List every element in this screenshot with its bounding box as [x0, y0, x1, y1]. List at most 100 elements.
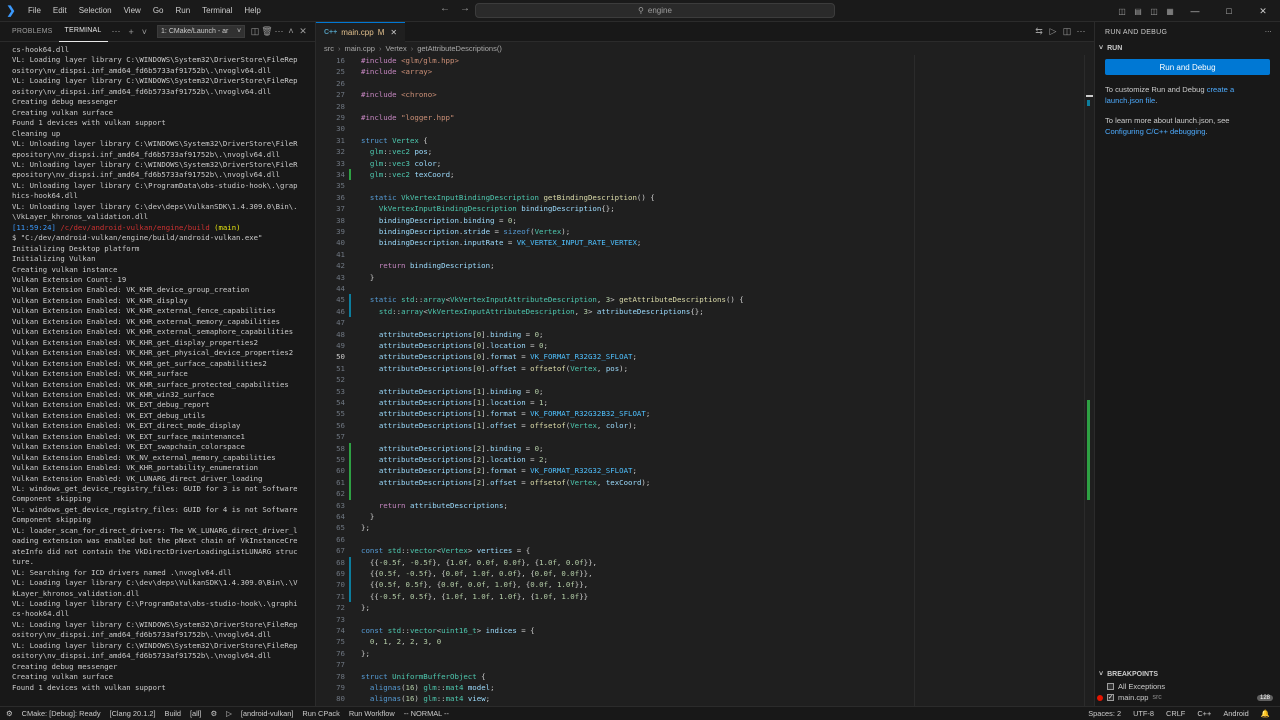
- code-line[interactable]: 71 {{-0.5f, 0.5f}, {1.0f, 1.0f, 1.0f}, {…: [316, 590, 1084, 603]
- toggle-primary-sidebar-icon[interactable]: ◫: [1114, 0, 1130, 22]
- breadcrumb-method[interactable]: getAttributeDescriptions(): [417, 44, 502, 53]
- terminal-selector[interactable]: 1: CMake/Launch - ar ˅: [157, 25, 246, 38]
- code-line[interactable]: 31 struct Vertex {: [316, 135, 1084, 146]
- code-line[interactable]: 63 return attributeDescriptions;: [316, 500, 1084, 511]
- code-line[interactable]: 58 attributeDescriptions[2].binding = 0;: [316, 442, 1084, 454]
- run-and-debug-button[interactable]: Run and Debug: [1105, 59, 1270, 75]
- split-editor-icon[interactable]: ◫: [1060, 26, 1074, 37]
- command-center-search[interactable]: ⚲ engine: [475, 3, 835, 18]
- end-of-line[interactable]: CRLF: [1166, 709, 1185, 718]
- tab-main-cpp[interactable]: C++ main.cpp M ✕: [316, 21, 406, 42]
- run-section-header[interactable]: ˅ RUN: [1095, 42, 1280, 55]
- code-line[interactable]: 72};: [316, 602, 1084, 613]
- launch-target[interactable]: [android-vulkan]: [241, 709, 294, 718]
- debug-icon[interactable]: ⚙: [211, 709, 218, 718]
- code-editor[interactable]: 16 #include <glm/glm.hpp> 25 #include <arra…: [316, 55, 1084, 706]
- breadcrumb-struct[interactable]: Vertex: [385, 44, 406, 53]
- code-line[interactable]: 50 attributeDescriptions[0].format = VK_…: [316, 351, 1084, 362]
- trash-icon[interactable]: 🗑: [261, 26, 273, 37]
- build-button[interactable]: Build: [165, 709, 181, 718]
- encoding[interactable]: UTF-8: [1133, 709, 1154, 718]
- run-cpack-button[interactable]: Run CPack: [302, 709, 339, 718]
- code-line[interactable]: 25 #include <array>: [316, 66, 1084, 77]
- close-panel-icon[interactable]: ✕: [297, 26, 309, 37]
- code-line[interactable]: 80 alignas(16) glm::mat4 view;: [316, 693, 1084, 704]
- code-line[interactable]: 42 return bindingDescription;: [316, 260, 1084, 271]
- code-line[interactable]: 78 struct UniformBufferObject {: [316, 671, 1084, 682]
- code-line[interactable]: 27 #include <chrono>: [316, 89, 1084, 100]
- code-line[interactable]: 43 }: [316, 272, 1084, 283]
- code-line[interactable]: 55 attributeDescriptions[1].format = VK_…: [316, 408, 1084, 419]
- checkbox[interactable]: [1107, 683, 1114, 690]
- menu-view[interactable]: View: [118, 0, 147, 22]
- code-line[interactable]: 32 glm::vec2 pos;: [316, 146, 1084, 157]
- code-line[interactable]: 29 #include "logger.hpp": [316, 112, 1084, 123]
- more-icon[interactable]: ⋯: [108, 26, 125, 37]
- code-line[interactable]: 64 }: [316, 511, 1084, 522]
- indentation[interactable]: Spaces: 2: [1088, 709, 1121, 718]
- new-terminal-icon[interactable]: +: [125, 27, 138, 37]
- code-line[interactable]: 16 #include <glm/glm.hpp>: [316, 55, 1084, 66]
- more-icon[interactable]: ⋯: [1265, 28, 1280, 36]
- tab-problems[interactable]: PROBLEMS: [6, 22, 59, 42]
- menu-file[interactable]: File: [22, 0, 47, 22]
- code-line[interactable]: 75 0, 1, 2, 2, 3, 0: [316, 636, 1084, 647]
- breakpoint-main-cpp[interactable]: ✓ main.cpp src 128: [1095, 692, 1280, 703]
- breadcrumb-file[interactable]: main.cpp: [345, 44, 375, 53]
- split-terminal-icon[interactable]: ◫: [249, 26, 261, 37]
- chevron-down-icon[interactable]: ˅: [138, 27, 151, 37]
- notifications-icon[interactable]: 🔔: [1261, 709, 1270, 718]
- menu-run[interactable]: Run: [169, 0, 196, 22]
- code-line[interactable]: 41: [316, 249, 1084, 260]
- code-line[interactable]: 45 static std::array<VkVertexInputAttrib…: [316, 294, 1084, 306]
- editor-scrollbar[interactable]: [1084, 55, 1094, 706]
- run-icon[interactable]: ▷: [226, 709, 232, 718]
- chevron-up-icon[interactable]: ˄: [285, 26, 297, 37]
- close-icon[interactable]: ✕: [1246, 0, 1280, 22]
- breakpoints-header[interactable]: ˅ BREAKPOINTS: [1095, 668, 1280, 681]
- run-debug-icon[interactable]: ▷: [1046, 26, 1060, 37]
- checkbox-checked[interactable]: ✓: [1107, 694, 1114, 701]
- code-line[interactable]: 79 alignas(16) glm::mat4 model;: [316, 682, 1084, 693]
- back-arrow-icon[interactable]: ←: [440, 3, 450, 14]
- code-line[interactable]: 53 attributeDescriptions[1].binding = 0;: [316, 386, 1084, 397]
- menu-terminal[interactable]: Terminal: [196, 0, 238, 22]
- code-line[interactable]: 57: [316, 431, 1084, 442]
- toggle-panel-icon[interactable]: ▤: [1130, 0, 1146, 22]
- code-line[interactable]: 51 attributeDescriptions[0].offset = off…: [316, 363, 1084, 374]
- code-line[interactable]: 46 std::array<VkVertexInputAttributeDesc…: [316, 305, 1084, 318]
- minimize-icon[interactable]: —: [1178, 0, 1212, 22]
- code-line[interactable]: 70 {{0.5f, 0.5f}, {0.0f, 0.0f, 1.0f}, {0…: [316, 579, 1084, 591]
- maximize-icon[interactable]: □: [1212, 0, 1246, 22]
- code-line[interactable]: 76};: [316, 648, 1084, 659]
- code-line[interactable]: 35: [316, 180, 1084, 191]
- tab-terminal[interactable]: TERMINAL: [58, 21, 108, 42]
- configuring-debugging-link[interactable]: Configuring C/C++ debugging: [1105, 127, 1205, 136]
- code-line[interactable]: 36 static VkVertexInputBindingDescriptio…: [316, 192, 1084, 203]
- code-line[interactable]: 39 bindingDescription.stride = sizeof(Ve…: [316, 226, 1084, 237]
- menu-go[interactable]: Go: [147, 0, 170, 22]
- code-line[interactable]: 28: [316, 101, 1084, 112]
- code-line[interactable]: 56 attributeDescriptions[1].offset = off…: [316, 420, 1084, 431]
- more-icon[interactable]: ⋯: [1074, 26, 1088, 37]
- code-line[interactable]: 44: [316, 283, 1084, 294]
- remote-icon[interactable]: ⚙: [6, 709, 13, 718]
- run-workflow-button[interactable]: Run Workflow: [349, 709, 395, 718]
- code-line[interactable]: 37 VkVertexInputBindingDescription bindi…: [316, 203, 1084, 214]
- code-line[interactable]: 54 attributeDescriptions[1].location = 1…: [316, 397, 1084, 408]
- code-line[interactable]: 59 attributeDescriptions[2].location = 2…: [316, 454, 1084, 466]
- code-line[interactable]: 69 {{0.5f, -0.5f}, {0.0f, 1.0f, 0.0f}, {…: [316, 568, 1084, 580]
- language-mode[interactable]: C++: [1197, 709, 1211, 718]
- open-changes-icon[interactable]: ⇆: [1032, 26, 1046, 37]
- platform[interactable]: Android: [1223, 709, 1248, 718]
- code-line[interactable]: 48 attributeDescriptions[0].binding = 0;: [316, 329, 1084, 340]
- code-line[interactable]: 73: [316, 614, 1084, 625]
- code-line[interactable]: 61 attributeDescriptions[2].offset = off…: [316, 476, 1084, 489]
- menu-selection[interactable]: Selection: [73, 0, 118, 22]
- more-icon[interactable]: ⋯: [273, 26, 285, 37]
- code-line[interactable]: 30: [316, 123, 1084, 134]
- toggle-secondary-sidebar-icon[interactable]: ◫: [1146, 0, 1162, 22]
- code-line[interactable]: 67 const std::vector<Vertex> vertices = {: [316, 545, 1084, 556]
- menu-help[interactable]: Help: [238, 0, 266, 22]
- code-line[interactable]: 52: [316, 374, 1084, 385]
